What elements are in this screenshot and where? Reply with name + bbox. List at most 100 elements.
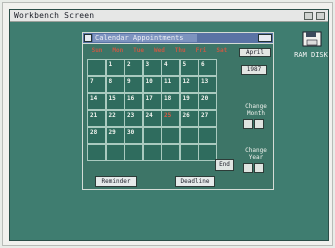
day-cell[interactable]: 26 xyxy=(179,110,199,127)
day-cell[interactable] xyxy=(87,144,106,161)
day-cell[interactable]: 10 xyxy=(142,76,162,93)
day-number: 2 xyxy=(127,61,131,68)
screen-title-bar[interactable]: Workbench Screen xyxy=(10,10,328,22)
day-cell[interactable]: 1 xyxy=(105,59,125,76)
month-next-button[interactable] xyxy=(254,119,264,129)
day-cell[interactable]: 9 xyxy=(124,76,143,93)
day-number: 14 xyxy=(90,95,98,102)
day-cell[interactable]: 5 xyxy=(179,59,199,76)
day-cell[interactable]: 15 xyxy=(105,93,125,110)
day-cell[interactable] xyxy=(198,127,217,144)
date-controls: April 1987 Change Month Change Year xyxy=(237,45,275,189)
day-number: 18 xyxy=(164,95,172,102)
day-cell[interactable]: 16 xyxy=(124,93,143,110)
day-cell[interactable] xyxy=(161,144,180,161)
day-cell[interactable] xyxy=(105,144,125,161)
day-cell[interactable]: 2 xyxy=(124,59,143,76)
window-title-bar[interactable]: Calendar Appointments xyxy=(83,33,273,44)
day-cell[interactable]: 4 xyxy=(161,59,180,76)
day-cell[interactable]: 18 xyxy=(161,93,180,110)
day-number: 30 xyxy=(127,129,135,136)
weekday-label: Fri xyxy=(195,47,207,54)
day-number: 17 xyxy=(145,95,153,102)
day-cell[interactable]: 17 xyxy=(142,93,162,110)
calendar-window: Calendar Appointments Sun Mon Tue Wed Thu Fri… xyxy=(82,32,274,190)
day-number: 1 xyxy=(108,61,113,68)
day-number: 9 xyxy=(127,78,131,85)
day-number: 3 xyxy=(145,61,150,68)
deadline-button[interactable]: Deadline xyxy=(175,176,215,187)
day-cell[interactable]: 7 xyxy=(87,76,106,93)
day-cell[interactable]: 28 xyxy=(87,127,106,144)
day-cell[interactable] xyxy=(142,127,162,144)
day-number: 27 xyxy=(201,112,209,119)
day-cell[interactable]: 3 xyxy=(142,59,162,76)
screen-title: Workbench Screen xyxy=(14,11,95,20)
day-number: 10 xyxy=(145,78,153,85)
day-cell[interactable]: 29 xyxy=(105,127,125,144)
day-number: 19 xyxy=(182,95,190,102)
end-button[interactable]: End xyxy=(215,159,234,171)
day-number: 21 xyxy=(90,112,98,119)
year-display: 1987 xyxy=(241,65,267,75)
weekday-label: Sat xyxy=(216,47,228,54)
weekday-label: Sun xyxy=(91,47,103,54)
ram-disk-icon[interactable]: RAM DISK xyxy=(294,30,328,64)
weekday-label: Mon xyxy=(112,47,124,54)
day-cell[interactable]: 21 xyxy=(87,110,106,127)
day-number: 8 xyxy=(108,78,113,85)
depth-front-button[interactable] xyxy=(316,12,325,20)
day-cell[interactable]: 20 xyxy=(198,93,217,110)
year-prev-button[interactable] xyxy=(243,163,253,173)
month-display: April xyxy=(239,48,271,57)
year-next-button[interactable] xyxy=(254,163,264,173)
disk-icon xyxy=(302,31,322,47)
day-number: 26 xyxy=(182,112,190,119)
day-cell[interactable]: 25 xyxy=(161,110,180,127)
day-number: 4 xyxy=(164,61,168,68)
photo-frame: Workbench Screen RAM DISK Calendar Appoi… xyxy=(2,2,333,246)
reminder-button[interactable]: Reminder xyxy=(95,176,137,187)
day-number: 15 xyxy=(108,95,116,102)
weekday-label: Thu xyxy=(174,47,186,54)
change-year-label: Change Year xyxy=(245,147,267,161)
day-number: 23 xyxy=(127,112,135,119)
weekday-label: Tue xyxy=(133,47,145,54)
day-cell[interactable]: 22 xyxy=(105,110,125,127)
day-cell[interactable]: 14 xyxy=(87,93,106,110)
day-cell[interactable]: 19 xyxy=(179,93,199,110)
day-cell[interactable]: 23 xyxy=(124,110,143,127)
day-number: 28 xyxy=(90,129,98,136)
day-cell[interactable] xyxy=(124,144,143,161)
workbench-screen: Workbench Screen RAM DISK Calendar Appoi… xyxy=(9,9,329,241)
day-cell[interactable] xyxy=(179,144,199,161)
day-cell[interactable] xyxy=(142,144,162,161)
day-number: 25 xyxy=(164,112,172,119)
day-number: 6 xyxy=(201,61,205,68)
month-prev-button[interactable] xyxy=(243,119,253,129)
day-number: 5 xyxy=(182,61,187,68)
day-number: 20 xyxy=(201,95,209,102)
day-cell[interactable]: 6 xyxy=(198,59,217,76)
day-cell[interactable] xyxy=(161,127,180,144)
close-gadget-icon[interactable] xyxy=(84,34,92,42)
day-cell[interactable] xyxy=(179,127,199,144)
day-cell[interactable]: 27 xyxy=(198,110,217,127)
day-cell[interactable]: 12 xyxy=(179,76,199,93)
day-cell[interactable] xyxy=(87,59,106,76)
day-number: 11 xyxy=(164,78,172,85)
weekday-label: Wed xyxy=(153,47,165,54)
change-month-label: Change Month xyxy=(245,103,267,117)
day-number: 12 xyxy=(182,78,190,85)
day-number: 24 xyxy=(145,112,153,119)
weekday-header: Sun Mon Tue Wed Thu Fri Sat xyxy=(87,47,233,57)
day-cell[interactable]: 13 xyxy=(198,76,217,93)
day-cell[interactable]: 11 xyxy=(161,76,180,93)
day-cell[interactable]: 30 xyxy=(124,127,143,144)
day-number: 13 xyxy=(201,78,209,85)
day-number: 16 xyxy=(127,95,135,102)
depth-back-button[interactable] xyxy=(304,12,313,20)
depth-gadget-icon[interactable] xyxy=(258,34,272,42)
day-cell[interactable]: 8 xyxy=(105,76,125,93)
day-cell[interactable]: 24 xyxy=(142,110,162,127)
